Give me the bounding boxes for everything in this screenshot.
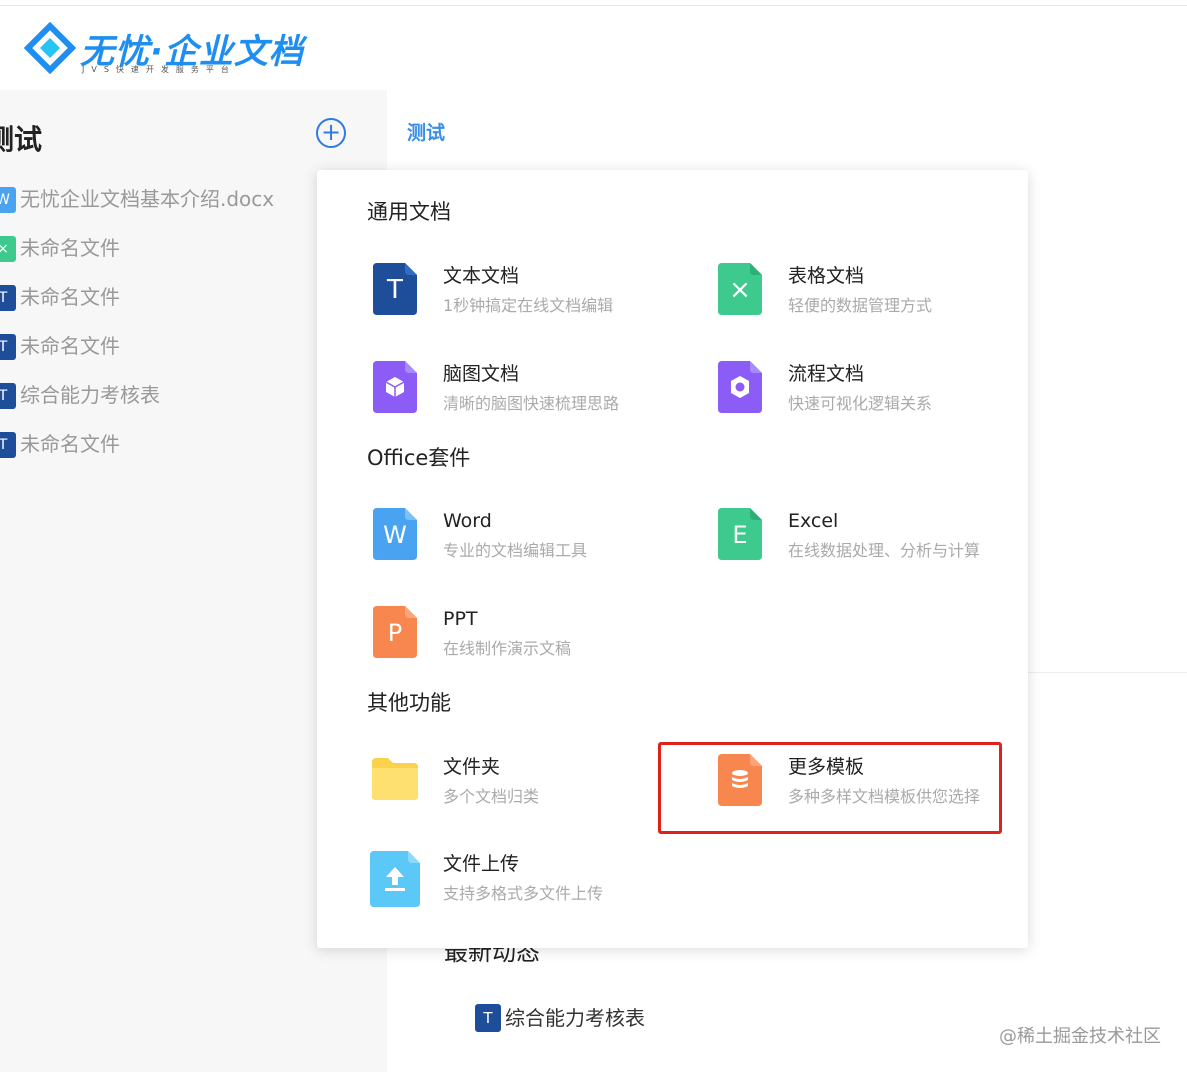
file-label: 综合能力考核表 bbox=[20, 383, 160, 407]
option-desc: 清晰的脑图快速梳理思路 bbox=[443, 394, 620, 413]
option-desc: 在线数据处理、分析与计算 bbox=[788, 541, 981, 560]
file-label: 未命名文件 bbox=[20, 285, 120, 309]
add-document-button[interactable]: + bbox=[316, 118, 346, 148]
create-ppt-option[interactable]: P PPT 在线制作演示文稿 bbox=[373, 606, 673, 676]
logo[interactable]: 无忧·企业文档 JVS快速开发服务平台 bbox=[24, 22, 303, 82]
logo-subtitle: JVS快速开发服务平台 bbox=[82, 65, 236, 74]
option-name: 表格文档 bbox=[788, 265, 865, 287]
create-sheet-doc-option[interactable]: × 表格文档 轻便的数据管理方式 bbox=[718, 263, 1018, 333]
option-name: Excel bbox=[788, 510, 839, 532]
option-desc: 1秒钟搞定在线文档编辑 bbox=[443, 296, 614, 315]
option-desc: 专业的文档编辑工具 bbox=[443, 541, 588, 560]
option-name: 脑图文档 bbox=[443, 363, 520, 385]
text-doc-icon: T bbox=[475, 1004, 501, 1032]
folder-icon bbox=[372, 758, 418, 800]
text-doc-icon: T bbox=[0, 383, 16, 409]
excel-icon: E bbox=[718, 508, 762, 560]
option-desc: 多个文档归类 bbox=[443, 787, 540, 806]
more-templates-option[interactable]: 更多模板 多种多样文档模板供您选择 bbox=[718, 754, 1018, 824]
option-desc: 轻便的数据管理方式 bbox=[788, 296, 933, 315]
option-desc: 在线制作演示文稿 bbox=[443, 639, 572, 658]
option-desc: 多种多样文档模板供您选择 bbox=[788, 787, 981, 806]
create-flow-doc-option[interactable]: 流程文档 快速可视化逻辑关系 bbox=[718, 361, 1018, 431]
option-name: 更多模板 bbox=[788, 756, 865, 778]
text-doc-icon: T bbox=[0, 285, 16, 311]
flow-chart-icon bbox=[718, 361, 762, 413]
create-excel-option[interactable]: E Excel 在线数据处理、分析与计算 bbox=[718, 508, 1018, 578]
space-title: 测试 bbox=[0, 123, 43, 156]
sheet-glyph: × bbox=[729, 275, 751, 305]
new-document-popover: 通用文档 T 文本文档 1秒钟搞定在线文档编辑 × 表格文档 轻便的数据管理方式… bbox=[317, 170, 1028, 948]
option-name: 文本文档 bbox=[443, 265, 520, 287]
logo-icon bbox=[24, 22, 76, 74]
header: 无忧·企业文档 JVS快速开发服务平台 bbox=[0, 6, 1187, 91]
sheet-icon: × bbox=[718, 263, 762, 315]
word-glyph: W bbox=[383, 521, 407, 549]
text-doc-glyph: T bbox=[386, 275, 403, 305]
template-icon bbox=[718, 754, 762, 806]
word-icon: W bbox=[0, 187, 16, 213]
section-title-office: Office套件 bbox=[367, 446, 471, 470]
text-doc-icon: T bbox=[373, 263, 417, 315]
excel-glyph: E bbox=[732, 521, 747, 549]
file-label: 无忧企业文档基本介绍.docx bbox=[20, 187, 275, 211]
upload-icon bbox=[370, 851, 420, 907]
section-title-other: 其他功能 bbox=[367, 691, 451, 715]
ppt-glyph: P bbox=[388, 619, 402, 647]
create-folder-option[interactable]: 文件夹 多个文档归类 bbox=[370, 754, 670, 824]
option-name: 流程文档 bbox=[788, 363, 865, 385]
file-label: 未命名文件 bbox=[20, 334, 120, 358]
option-name: PPT bbox=[443, 608, 478, 630]
upload-file-option[interactable]: 文件上传 支持多格式多文件上传 bbox=[370, 851, 670, 921]
section-title-general: 通用文档 bbox=[367, 200, 451, 224]
create-word-option[interactable]: W Word 专业的文档编辑工具 bbox=[373, 508, 673, 578]
file-label: 未命名文件 bbox=[20, 432, 120, 456]
word-icon: W bbox=[373, 508, 417, 560]
create-mind-doc-option[interactable]: 脑图文档 清晰的脑图快速梳理思路 bbox=[373, 361, 673, 431]
option-name: 文件夹 bbox=[443, 756, 501, 778]
file-label: 未命名文件 bbox=[20, 236, 120, 260]
option-name: 文件上传 bbox=[443, 853, 520, 875]
text-doc-icon: T bbox=[0, 334, 16, 360]
option-desc: 支持多格式多文件上传 bbox=[443, 884, 604, 903]
option-desc: 快速可视化逻辑关系 bbox=[788, 394, 933, 413]
sheet-icon: × bbox=[0, 236, 16, 262]
option-name: Word bbox=[443, 510, 492, 532]
activity-label: 综合能力考核表 bbox=[505, 1006, 645, 1030]
ppt-icon: P bbox=[373, 606, 417, 658]
breadcrumb[interactable]: 测试 bbox=[407, 118, 445, 145]
watermark: @稀土掘金技术社区 bbox=[999, 1026, 1161, 1047]
create-text-doc-option[interactable]: T 文本文档 1秒钟搞定在线文档编辑 bbox=[373, 263, 673, 333]
text-doc-icon: T bbox=[0, 432, 16, 458]
mind-map-icon bbox=[373, 361, 417, 413]
